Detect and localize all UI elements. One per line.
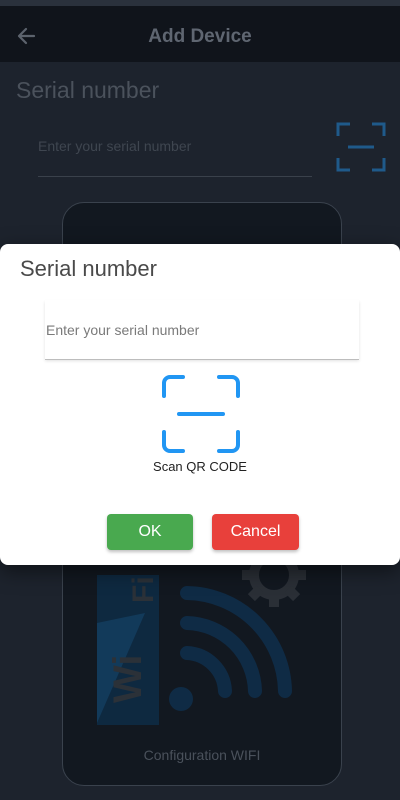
svg-text:Fi: Fi <box>127 576 160 603</box>
app-bar: Add Device <box>0 0 400 62</box>
config-wifi-label: Configuration WIFI <box>143 747 261 763</box>
bg-serial-input: Enter your serial number <box>38 138 192 154</box>
dialog-title: Serial number <box>20 256 157 281</box>
svg-text:Wi: Wi <box>106 654 150 703</box>
page-title: Add Device <box>148 26 252 47</box>
serial-number-dialog: Serial number Scan QR CODE OK Cancel <box>0 244 400 565</box>
wifi-icon <box>169 586 292 711</box>
bg-qr-scan-button <box>336 122 386 172</box>
wifi-flag-graphic: Wi Fi <box>97 575 160 725</box>
bg-serial-input-underline <box>38 176 312 177</box>
serial-number-input[interactable] <box>45 300 359 359</box>
ok-button[interactable]: OK <box>107 514 193 550</box>
scan-qr-label: Scan QR CODE <box>153 459 247 474</box>
qr-scan-icon <box>336 122 386 172</box>
serial-section-title: Serial number <box>16 77 160 103</box>
scan-qr-button[interactable]: Scan QR CODE <box>150 372 250 482</box>
cancel-button[interactable]: Cancel <box>212 514 299 550</box>
qr-scan-icon <box>162 375 240 453</box>
